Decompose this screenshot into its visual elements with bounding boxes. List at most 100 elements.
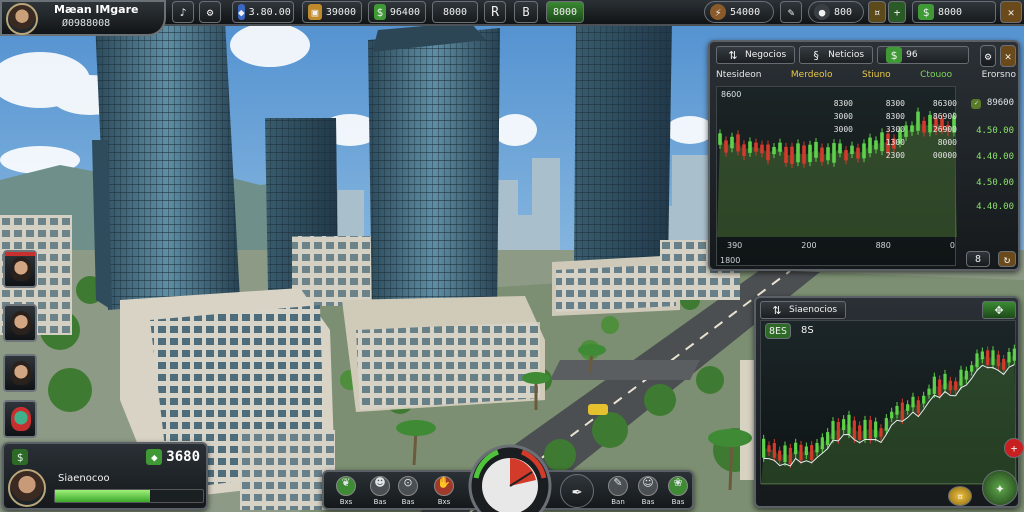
tool-edit[interactable]: ✎ Ban: [604, 476, 632, 508]
exit-button[interactable]: ✕: [1000, 1, 1022, 23]
center-cash-chip[interactable]: 8000: [546, 1, 584, 23]
add-cash-button[interactable]: +: [888, 1, 906, 23]
resource-gems[interactable]: ◆ 3.80.00: [232, 1, 294, 23]
bank-value: 8000: [938, 6, 963, 18]
candle: [730, 136, 734, 149]
side-value: 4.50.00: [976, 178, 1014, 188]
market-action-x[interactable]: 8: [966, 251, 990, 267]
candle: [938, 379, 942, 396]
shop-button[interactable]: ¤: [868, 1, 886, 23]
candle: [778, 450, 782, 461]
candle: [911, 396, 915, 408]
rank-button[interactable]: R: [484, 1, 506, 23]
tab-label: 96: [906, 50, 918, 60]
tool-staff[interactable]: ☻ Bas: [366, 476, 394, 508]
player-name: Mæan lMgare: [54, 3, 139, 16]
tab-neticios[interactable]: § Neticios: [799, 46, 874, 64]
market-settings-button[interactable]: ⚙: [980, 45, 996, 67]
cash-icon: $: [374, 4, 386, 20]
resource-crates[interactable]: ▣ 39000: [302, 1, 362, 23]
compass-button[interactable]: ✒: [560, 474, 594, 508]
music-button[interactable]: ♪: [172, 1, 194, 23]
side-value: 4.50.00: [976, 126, 1014, 136]
side-value: 4.40.00: [976, 152, 1014, 162]
candle: [831, 421, 835, 440]
trend-badge-value: 8ES: [769, 325, 788, 337]
tab-cash[interactable]: $96: [877, 46, 970, 64]
tool-hire[interactable]: ☺ Bas: [634, 476, 662, 508]
column-header: Stiuno: [862, 70, 891, 80]
candle: [954, 381, 958, 391]
candle: [784, 146, 788, 163]
character-slot-1[interactable]: [3, 250, 37, 288]
gems-value: 3.80.00: [248, 6, 291, 18]
price-cell: 3000: [833, 112, 853, 121]
resource-bank[interactable]: $8000: [912, 1, 996, 23]
market-close-button[interactable]: ✕: [1000, 45, 1016, 67]
money-progress-fill: [55, 490, 150, 502]
market-refresh-button[interactable]: ↻: [998, 251, 1016, 267]
tool-trade[interactable]: ✋ Bxs: [430, 476, 458, 508]
center-value-chip[interactable]: 8000: [432, 1, 478, 23]
trend-expand-button[interactable]: ✥: [982, 301, 1016, 319]
trend-stat: 8S: [801, 325, 814, 336]
character-face: [11, 257, 31, 281]
link-icon: §: [813, 48, 819, 62]
character-slot-3[interactable]: [3, 354, 37, 392]
player-avatar[interactable]: [6, 3, 38, 35]
action-x-label: 8: [974, 253, 982, 265]
character-slot-4[interactable]: [3, 400, 37, 438]
character-face: [11, 361, 31, 385]
gold-coin-button[interactable]: ¤: [948, 486, 972, 506]
tool-label: Bas: [641, 498, 655, 506]
music-note-icon: ♪: [179, 5, 187, 19]
tools-button[interactable]: ✎: [780, 1, 802, 23]
x-tick: 390: [727, 241, 743, 250]
settings-button[interactable]: ⚙: [199, 1, 221, 23]
candle: [836, 422, 840, 440]
resource-cash[interactable]: $96400: [368, 1, 426, 23]
candle: [718, 133, 722, 145]
trend-tab[interactable]: ⇅ Siaenocios: [760, 301, 847, 319]
x-tick: 0: [949, 241, 955, 250]
money-amount-text: 3680: [166, 448, 200, 465]
speed-gauge[interactable]: [462, 442, 558, 512]
tab-negocios[interactable]: ⇅ Negocios: [716, 46, 796, 64]
candle: [900, 402, 904, 421]
manager-avatar[interactable]: [8, 469, 46, 507]
resource-power[interactable]: ⚡ 54000: [704, 1, 774, 23]
side-value: 4.40.00: [976, 202, 1014, 212]
candle: [724, 140, 728, 153]
price-cell: 86300: [932, 99, 957, 108]
candle: [802, 145, 806, 164]
candle: [1007, 351, 1011, 363]
tool-grow[interactable]: ❀ Bas: [664, 476, 692, 508]
price-cell: 3000: [833, 125, 853, 134]
market-candle-chart[interactable]: 8600 8300 8300 86300 3000 8300 86900 3000 3300 2…: [716, 86, 957, 266]
price-cell: 2300: [885, 151, 905, 160]
player-profile[interactable]: Mæan lMgare Ø0988008: [0, 0, 166, 36]
tool-vault[interactable]: ⊙ Bas: [394, 476, 422, 508]
market-columns: Ntesideon Merdeolo Stiuno Ctouoo Erorsno: [716, 70, 1016, 80]
character-slot-2[interactable]: [3, 304, 37, 342]
star-action-button[interactable]: ✦: [982, 470, 1018, 506]
tool-build[interactable]: ❦ Bxs: [332, 476, 360, 508]
cash-icon: $: [12, 449, 28, 465]
tool-label: Bas: [401, 498, 415, 506]
trend-badge: 8ES: [765, 323, 791, 339]
price-cell: [807, 151, 853, 160]
candle: [868, 419, 872, 440]
refresh-icon: ↻: [1003, 252, 1011, 266]
alert-button[interactable]: +: [1004, 438, 1024, 458]
money-amount: ◆ 3680: [146, 449, 200, 466]
trend-plot[interactable]: 8ES 8S: [760, 320, 1017, 485]
side-value: ✓ 89600: [971, 98, 1014, 109]
candle: [815, 442, 819, 453]
character-status-bar: [5, 252, 35, 256]
sprout-icon: ❀: [668, 476, 688, 496]
bonus-button[interactable]: B: [514, 1, 538, 23]
resource-fuel[interactable]: ● 800: [808, 1, 864, 23]
candle: [790, 146, 794, 164]
money-progress-bar: [54, 489, 204, 503]
expand-icon: ✥: [994, 303, 1004, 317]
